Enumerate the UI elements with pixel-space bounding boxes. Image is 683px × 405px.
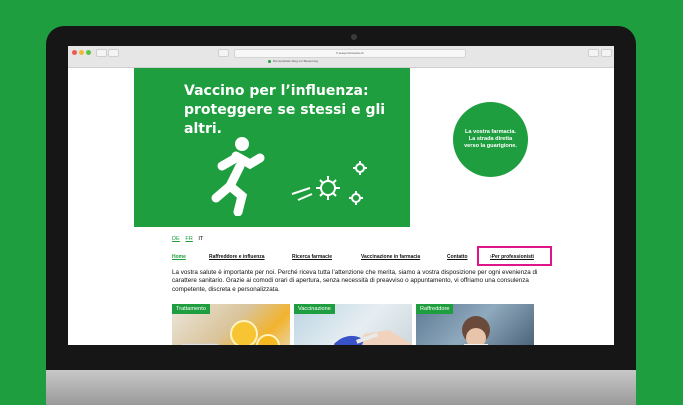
intro-paragraph: La vostra salute è importante per noi. P…	[172, 269, 538, 293]
tabs-button[interactable]	[601, 49, 612, 57]
maximize-window-button[interactable]	[86, 50, 91, 55]
browser-toolbar: fr.sesqui.farmacia.ch Die Apotheke Weg z…	[68, 46, 614, 68]
card-vaccinazione[interactable]: Vaccinazione	[294, 304, 412, 345]
back-button[interactable]	[96, 49, 107, 57]
highlight-box	[477, 246, 552, 266]
language-switcher: DE FR IT	[172, 236, 207, 242]
runner-with-viruses-icon	[211, 137, 367, 216]
close-window-button[interactable]	[72, 50, 77, 55]
browser-screen: fr.sesqui.farmacia.ch Die Apotheke Weg z…	[68, 46, 614, 345]
nav-vaccinazione[interactable]: Vaccinazione in farmacia	[361, 254, 420, 260]
privacy-button[interactable]	[218, 49, 229, 57]
laptop-frame: fr.sesqui.farmacia.ch Die Apotheke Weg z…	[46, 26, 636, 405]
favicon-icon	[268, 59, 271, 63]
bookmark-item[interactable]: Die Apotheke Weg zur Besserung	[268, 59, 318, 63]
camera	[351, 34, 357, 40]
card-trattamento-label: Trattamento	[172, 304, 210, 314]
laptop-base	[46, 370, 636, 405]
hero-title: Vaccino per l’influenza: proteggere se s…	[184, 83, 386, 137]
card-trattamento[interactable]: Trattamento	[172, 304, 290, 345]
nav-home[interactable]: Home	[172, 254, 186, 260]
address-bar[interactable]: fr.sesqui.farmacia.ch	[234, 49, 466, 58]
tagline-badge: La vostra farmacia. La strada diretta ve…	[453, 102, 528, 177]
lang-it-current: IT	[198, 236, 204, 242]
tagline-text: La vostra farmacia. La strada diretta ve…	[464, 129, 517, 149]
card-raffreddore-label: Raffreddore	[416, 304, 454, 314]
nav-raffreddore-influenza[interactable]: Raffreddore e influenza	[209, 254, 265, 260]
share-button[interactable]	[588, 49, 599, 57]
lang-de-link[interactable]: DE	[172, 236, 180, 242]
sidebar-button[interactable]	[108, 49, 119, 57]
card-vaccinazione-label: Vaccinazione	[294, 304, 335, 314]
hero-banner: Vaccino per l’influenza: proteggere se s…	[134, 68, 410, 227]
nav-ricerca-farmacie[interactable]: Ricerca farmacie	[292, 254, 332, 260]
lang-fr-link[interactable]: FR	[185, 236, 192, 242]
nav-contatto[interactable]: Contatto	[447, 254, 468, 260]
card-raffreddore[interactable]: Raffreddore	[416, 304, 534, 345]
minimize-window-button[interactable]	[79, 50, 84, 55]
